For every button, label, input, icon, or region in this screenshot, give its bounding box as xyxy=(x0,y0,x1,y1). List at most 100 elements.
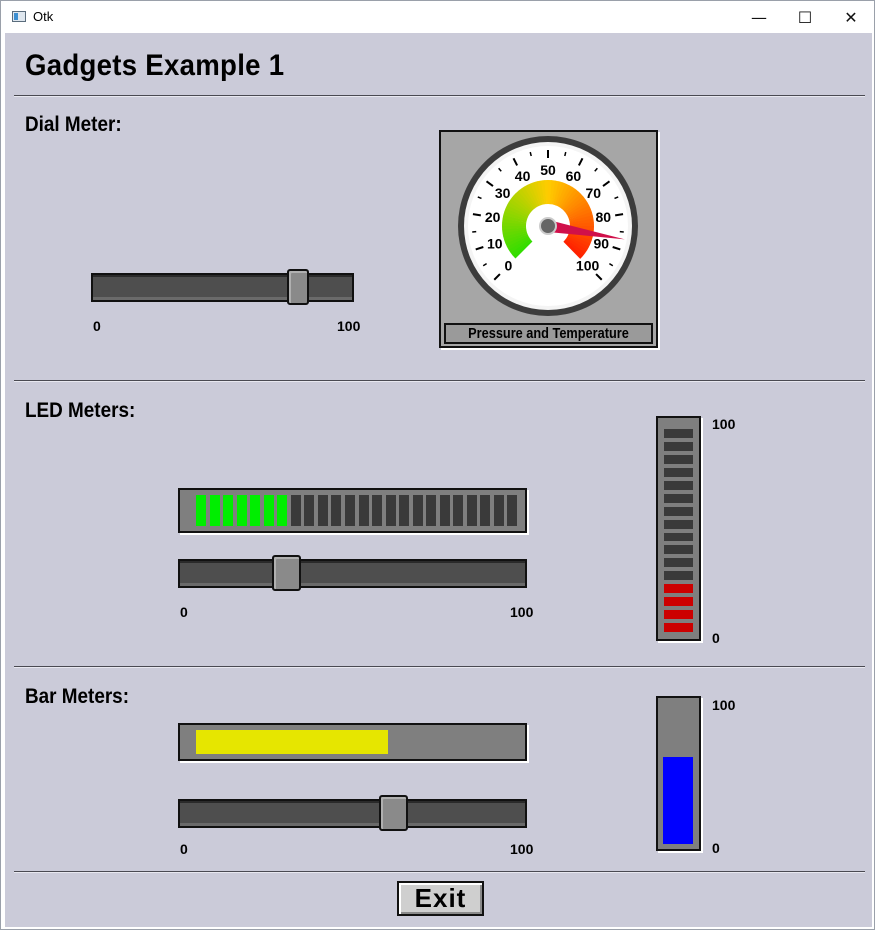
gauge-scale-label: 10 xyxy=(487,235,503,251)
close-button[interactable]: ✕ xyxy=(828,1,874,33)
led-segment xyxy=(304,495,315,526)
led-segment xyxy=(664,571,693,581)
led-segment xyxy=(664,493,693,503)
led-slider-thumb[interactable] xyxy=(271,555,301,591)
gauge-scale-label: 60 xyxy=(566,168,582,184)
vertical-led-max-label: 100 xyxy=(712,416,736,432)
vertical-led-min-label: 0 xyxy=(712,630,720,646)
led-segment xyxy=(664,532,693,542)
led-segment xyxy=(664,558,693,568)
gauge-face: 010 20 3040 50 6070 80 90 100 xyxy=(458,136,638,316)
bar-slider[interactable] xyxy=(178,795,527,831)
gauge-scale-label: 0 xyxy=(505,258,513,274)
led-segment xyxy=(493,495,504,526)
vertical-bar-max-label: 100 xyxy=(712,697,736,713)
gauge-major-tick xyxy=(615,213,624,217)
gauge-minor-tick xyxy=(564,151,567,157)
led-segment xyxy=(664,467,693,477)
gauge-major-tick xyxy=(472,213,481,217)
vertical-bar-min-label: 0 xyxy=(712,840,720,856)
led-segment xyxy=(250,495,261,526)
led-segment xyxy=(507,495,518,526)
divider xyxy=(14,380,865,382)
dial-slider-min-label: 0 xyxy=(93,318,101,334)
maximize-icon: ☐ xyxy=(797,7,813,27)
led-segment xyxy=(664,597,693,607)
led-segment xyxy=(358,495,369,526)
gauge-scale-label: 70 xyxy=(586,185,602,201)
dial-slider[interactable] xyxy=(91,269,354,305)
led-segment xyxy=(412,495,423,526)
led-segment xyxy=(664,480,693,490)
led-segment xyxy=(664,519,693,529)
led-segment xyxy=(426,495,437,526)
minimize-icon: — xyxy=(751,7,767,27)
led-segment xyxy=(331,495,342,526)
client-area: Gadgets Example 1 Dial Meter: 0 100 0 10 2… xyxy=(5,33,872,927)
led-slider-min-label: 0 xyxy=(180,604,188,620)
dial-slider-thumb[interactable] xyxy=(287,269,310,305)
gauge-minor-tick xyxy=(529,151,532,157)
gauge-scale-label: 30 xyxy=(495,185,511,201)
led-segment xyxy=(664,441,693,451)
app-icon xyxy=(12,11,26,22)
led-segment xyxy=(664,623,693,632)
gauge-scale-label: 80 xyxy=(596,209,612,225)
close-icon: ✕ xyxy=(844,7,858,27)
app-window: Otk — ☐ ✕ Gadgets Example 1 Dial Meter: … xyxy=(0,0,875,930)
led-segment xyxy=(209,495,220,526)
gauge-scale-label: 90 xyxy=(593,235,609,251)
led-section-label: LED Meters: xyxy=(25,399,136,422)
led-segment xyxy=(385,495,396,526)
bar-slider-thumb[interactable] xyxy=(379,795,409,831)
led-segment xyxy=(290,495,301,526)
dial-section-label: Dial Meter: xyxy=(25,113,122,136)
led-segment xyxy=(223,495,234,526)
divider xyxy=(14,871,865,873)
vertical-led-meter xyxy=(656,416,701,641)
led-segment xyxy=(664,584,693,594)
horizontal-led-meter xyxy=(178,488,527,533)
page-title: Gadgets Example 1 xyxy=(25,49,285,82)
dial-gauge: 0 10 20 30 40 50 60 70 80 90 100 Pressure and Temp… xyxy=(439,130,658,348)
divider xyxy=(14,666,865,668)
led-segment xyxy=(196,495,207,526)
bar-section-label: Bar Meters: xyxy=(25,685,129,708)
gauge-caption: Pressure and Temperature xyxy=(444,323,653,344)
divider xyxy=(14,95,865,97)
led-slider-max-label: 100 xyxy=(510,604,534,620)
led-segment xyxy=(664,429,693,438)
led-segment xyxy=(453,495,464,526)
vertical-bar-meter xyxy=(656,696,701,851)
gauge-needle-hub xyxy=(539,217,557,235)
led-segment xyxy=(439,495,450,526)
led-segment xyxy=(399,495,410,526)
led-segment xyxy=(664,545,693,555)
bar-slider-min-label: 0 xyxy=(180,841,188,857)
led-segment xyxy=(372,495,383,526)
gauge-scale-label: 40 xyxy=(515,168,531,184)
led-segment xyxy=(664,506,693,516)
led-segment xyxy=(263,495,274,526)
window-title: Otk xyxy=(33,9,54,24)
title-bar[interactable]: Otk — ☐ ✕ xyxy=(1,1,874,33)
led-segment xyxy=(664,454,693,464)
minimize-button[interactable]: — xyxy=(736,1,782,33)
bar-slider-max-label: 100 xyxy=(510,841,534,857)
gauge-scale-label: 100 xyxy=(576,258,600,274)
led-slider[interactable] xyxy=(178,555,527,591)
led-segment xyxy=(236,495,247,526)
led-segment xyxy=(664,610,693,620)
gauge-scale-label: 20 xyxy=(485,209,501,225)
gauge-scale-label: 50 xyxy=(540,162,556,178)
horizontal-bar-fill xyxy=(196,730,388,754)
vertical-bar-fill xyxy=(663,756,693,844)
dial-slider-max-label: 100 xyxy=(337,318,361,334)
led-segment xyxy=(466,495,477,526)
horizontal-bar-meter xyxy=(178,723,527,761)
exit-button[interactable]: Exit xyxy=(397,881,484,916)
led-segment xyxy=(480,495,491,526)
led-segment xyxy=(344,495,355,526)
led-segment xyxy=(317,495,328,526)
maximize-button[interactable]: ☐ xyxy=(782,1,828,33)
